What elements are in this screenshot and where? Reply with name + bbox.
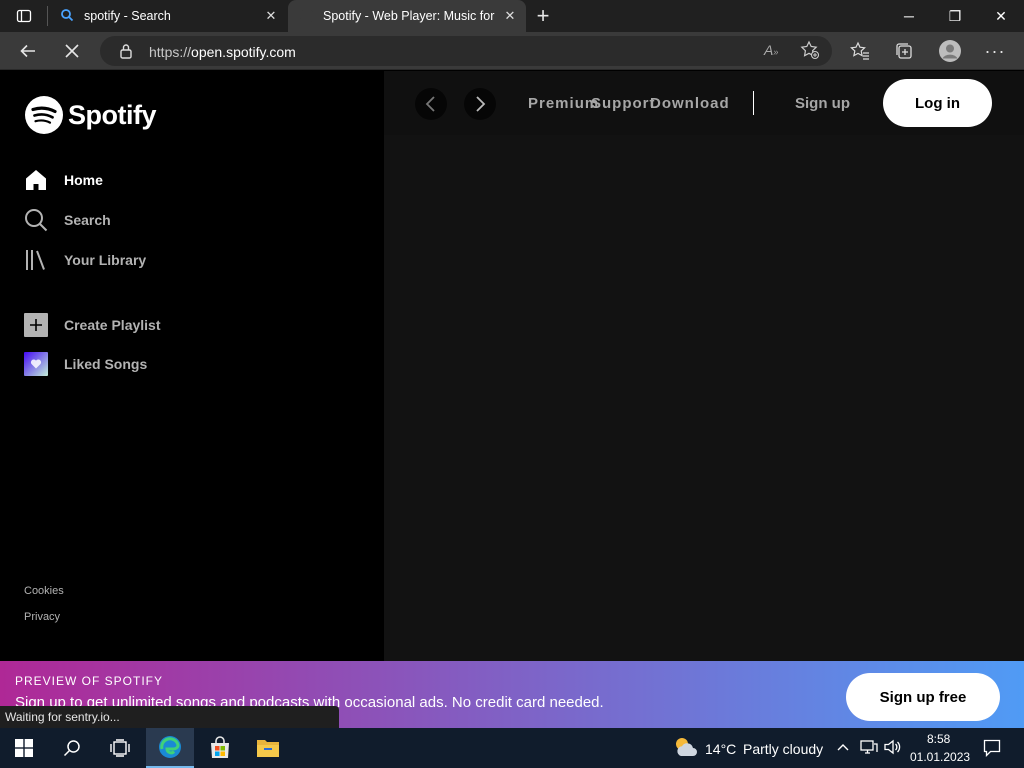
weather-description: Partly cloudy bbox=[743, 741, 824, 757]
url-text[interactable]: https://open.spotify.com bbox=[149, 44, 296, 60]
go-forward-button[interactable] bbox=[464, 88, 496, 120]
restore-button[interactable]: ❐ bbox=[932, 0, 978, 32]
action-label: Liked Songs bbox=[64, 356, 148, 372]
create-playlist-button[interactable]: Create Playlist bbox=[24, 311, 344, 339]
tab-spotify-web-player[interactable]: Spotify - Web Player: Music for everyone… bbox=[288, 0, 526, 32]
browser-toolbar: https://open.spotify.com A» ··· bbox=[0, 32, 1024, 70]
footer-link-cookies[interactable]: Cookies bbox=[24, 585, 64, 597]
menu-icon[interactable]: ··· bbox=[983, 39, 1007, 63]
clock-date[interactable]: 01.01.2023 bbox=[910, 750, 970, 764]
spotify-logo-icon bbox=[25, 96, 63, 134]
heart-icon bbox=[24, 352, 48, 376]
action-label: Create Playlist bbox=[64, 317, 161, 333]
chevron-right-icon bbox=[476, 96, 486, 112]
search-icon[interactable] bbox=[48, 728, 96, 768]
close-tab-icon[interactable]: ✕ bbox=[263, 8, 279, 24]
plus-icon: + bbox=[536, 3, 550, 28]
search-icon bbox=[25, 209, 48, 232]
address-bar[interactable]: https://open.spotify.com A» bbox=[100, 36, 832, 66]
collections-icon[interactable] bbox=[892, 39, 916, 63]
lock-icon[interactable] bbox=[119, 43, 133, 64]
file-explorer-icon[interactable] bbox=[244, 728, 292, 768]
go-back-button[interactable] bbox=[415, 88, 447, 120]
footer-link-privacy[interactable]: Privacy bbox=[24, 611, 60, 623]
tab-title: spotify - Search bbox=[84, 9, 171, 23]
minimize-button[interactable]: ─ bbox=[886, 0, 932, 32]
search-favicon bbox=[60, 8, 74, 25]
read-aloud-icon[interactable]: A» bbox=[764, 42, 778, 58]
clock-time[interactable]: 8:58 bbox=[927, 732, 950, 746]
spotify-topbar: Premium Support Download Sign up Log in bbox=[384, 71, 1024, 135]
network-icon[interactable] bbox=[860, 739, 878, 760]
task-view-icon[interactable] bbox=[96, 728, 144, 768]
log-in-button[interactable]: Log in bbox=[883, 79, 992, 127]
weather-widget[interactable]: 14°C Partly cloudy bbox=[670, 728, 830, 768]
spotify-wordmark: Spotify bbox=[68, 99, 157, 130]
notifications-icon[interactable] bbox=[983, 739, 1001, 762]
sign-up-link[interactable]: Sign up bbox=[795, 95, 850, 112]
spotify-favicon bbox=[300, 9, 314, 23]
tab-spotify-search[interactable]: spotify - Search ✕ bbox=[50, 0, 286, 32]
topbar-divider bbox=[753, 91, 754, 115]
profile-icon[interactable] bbox=[937, 38, 963, 64]
close-window-button[interactable]: ✕ bbox=[978, 0, 1024, 32]
spotify-sidebar: Spotify Home Search Your Library Create … bbox=[0, 71, 384, 661]
tab-actions-icon[interactable] bbox=[12, 4, 36, 28]
library-icon bbox=[26, 250, 45, 270]
windows-start-icon[interactable] bbox=[0, 728, 48, 768]
nav-label: Your Library bbox=[64, 252, 147, 268]
home-icon bbox=[26, 170, 46, 190]
close-tab-icon[interactable]: ✕ bbox=[502, 8, 518, 24]
tab-title: Spotify - Web Player: Music for everyone bbox=[323, 9, 495, 23]
new-tab-button[interactable]: + bbox=[531, 3, 555, 28]
plus-icon bbox=[24, 313, 48, 337]
stop-loading-icon[interactable] bbox=[60, 39, 84, 63]
nav-your-library[interactable]: Your Library bbox=[24, 246, 344, 274]
banner-eyebrow: PREVIEW OF SPOTIFY bbox=[15, 674, 164, 688]
weather-temperature: 14°C bbox=[705, 741, 737, 757]
edge-icon[interactable] bbox=[146, 728, 194, 768]
nav-label: Search bbox=[64, 212, 111, 228]
main-content-area bbox=[384, 135, 1024, 661]
support-link[interactable]: Support bbox=[591, 95, 656, 112]
browser-status-bar: Waiting for sentry.io... bbox=[0, 706, 339, 728]
store-icon[interactable] bbox=[196, 728, 244, 768]
windows-taskbar: 14°C Partly cloudy 8:58 01.01.2023 bbox=[0, 728, 1024, 768]
favorites-icon[interactable] bbox=[848, 39, 872, 63]
liked-songs-button[interactable]: Liked Songs bbox=[24, 350, 344, 378]
partly-cloudy-icon bbox=[676, 738, 697, 756]
chevron-up-icon[interactable] bbox=[836, 740, 850, 759]
back-icon[interactable] bbox=[16, 39, 40, 63]
download-link[interactable]: Download bbox=[650, 95, 730, 112]
sign-up-free-button[interactable]: Sign up free bbox=[846, 673, 1000, 721]
spotify-logo[interactable]: Spotify bbox=[24, 95, 157, 135]
add-favorite-icon[interactable] bbox=[800, 40, 820, 65]
chevron-left-icon bbox=[425, 96, 435, 112]
volume-icon[interactable] bbox=[884, 739, 902, 760]
nav-home[interactable]: Home bbox=[24, 166, 344, 194]
nav-label: Home bbox=[64, 172, 103, 188]
premium-link[interactable]: Premium bbox=[528, 95, 599, 112]
browser-tab-strip: spotify - Search ✕ Spotify - Web Player:… bbox=[0, 0, 1024, 32]
nav-search[interactable]: Search bbox=[24, 206, 344, 234]
